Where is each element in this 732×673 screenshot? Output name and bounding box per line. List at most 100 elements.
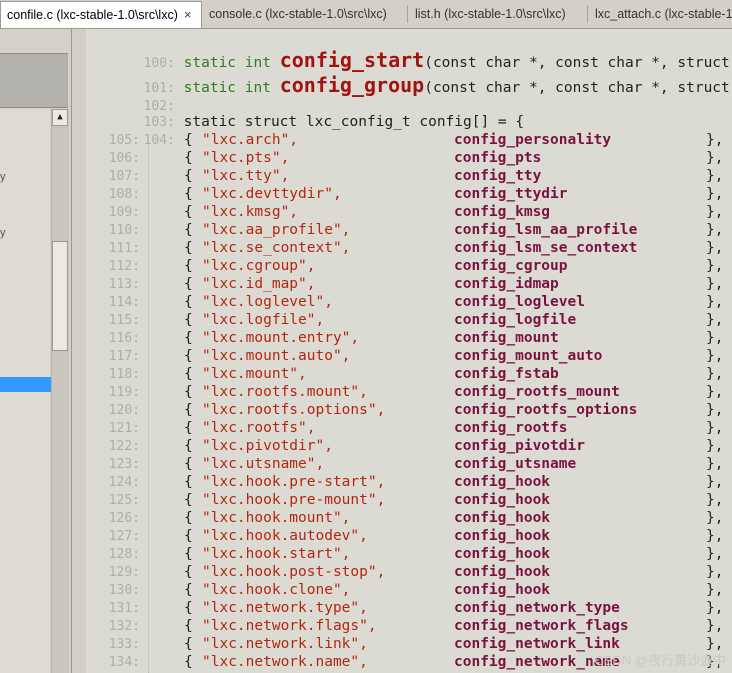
- close-brace: },: [706, 150, 724, 166]
- line-number: 134:: [108, 655, 140, 670]
- config-handler: config_hook: [454, 492, 551, 508]
- config-key: "lxc.utsname",: [202, 456, 325, 472]
- config-handler: config_tty: [454, 168, 542, 184]
- code-line: 106: {"lxc.pts", config_pts},: [86, 149, 724, 167]
- scroll-thumb[interactable]: [52, 241, 68, 351]
- close-brace: },: [706, 258, 724, 274]
- open-brace: {: [184, 168, 193, 184]
- config-handler: config_ttydir: [454, 186, 568, 202]
- open-brace: {: [184, 582, 193, 598]
- config-handler: config_lsm_se_context: [454, 240, 638, 256]
- line-number: 106:: [108, 151, 140, 166]
- config-handler: config_personality: [454, 132, 612, 148]
- open-brace: {: [184, 636, 193, 652]
- config-key: "lxc.pts",: [202, 150, 290, 166]
- open-brace: {: [184, 132, 193, 148]
- line-number: 119:: [108, 385, 140, 400]
- open-brace: {: [184, 222, 193, 238]
- config-key: "lxc.se_context",: [202, 240, 351, 256]
- tab-label: lxc_attach.c (lxc-stable-1.0\src\lxc): [595, 7, 732, 21]
- config-handler: config_loglevel: [454, 294, 585, 310]
- scroll-up-icon[interactable]: ▲: [52, 109, 68, 126]
- function-name: config_group: [279, 73, 425, 97]
- config-handler: config_fstab: [454, 366, 559, 382]
- open-brace: {: [184, 546, 193, 562]
- code-line: 122: {"lxc.pivotdir", config_pivotdir},: [86, 437, 724, 455]
- tab-bar: confile.c (lxc-stable-1.0\src\lxc) × cons…: [0, 0, 732, 29]
- config-key: "lxc.network.flags",: [202, 618, 377, 634]
- config-handler: config_hook: [454, 528, 551, 544]
- code-line: 111: {"lxc.se_context", config_lsm_se_cont…: [86, 239, 724, 257]
- config-handler: config_hook: [454, 564, 551, 580]
- tab-separator: [407, 5, 408, 23]
- tab-list-h[interactable]: list.h (lxc-stable-1.0\src\lxc): [409, 2, 587, 27]
- line-number: 132:: [108, 619, 140, 634]
- open-brace: {: [184, 600, 193, 616]
- close-brace: },: [706, 330, 724, 346]
- function-params: (const char *, const char *, struct lx: [424, 80, 732, 96]
- code-line: 131: {"lxc.network.type", config_network_t…: [86, 599, 724, 617]
- config-handler: config_cgroup: [454, 258, 568, 274]
- config-handler: config_mount_auto: [454, 348, 603, 364]
- tab-console-c[interactable]: console.c (lxc-stable-1.0\src\lxc): [203, 2, 406, 27]
- tab-separator: [587, 5, 588, 23]
- line-number: 116:: [108, 331, 140, 346]
- close-brace: },: [706, 492, 724, 508]
- open-brace: {: [184, 564, 193, 580]
- config-key: "lxc.hook.mount",: [202, 510, 351, 526]
- close-icon[interactable]: ×: [184, 7, 192, 22]
- line-number: 111:: [108, 241, 140, 256]
- close-brace: },: [706, 582, 724, 598]
- close-brace: },: [706, 618, 724, 634]
- config-key: "lxc.hook.pre-start",: [202, 474, 386, 490]
- config-handler: config_pivotdir: [454, 438, 585, 454]
- config-key: "lxc.loglevel",: [202, 294, 333, 310]
- line-number: 124:: [108, 475, 140, 490]
- line-number: 121:: [108, 421, 140, 436]
- tab-lxc-attach-c[interactable]: lxc_attach.c (lxc-stable-1.0\src\lxc): [589, 2, 732, 27]
- code-line: 133:{"lxc.network.link", config_network_l…: [86, 635, 724, 653]
- code-line: 123: {"lxc.utsname", config_utsname},: [86, 455, 724, 473]
- config-key: "lxc.arch",: [202, 132, 299, 148]
- config-handler: config_mount: [454, 330, 559, 346]
- config-key: "lxc.pivotdir",: [202, 438, 333, 454]
- config-key: "lxc.hook.post-stop",: [202, 564, 386, 580]
- config-key: "lxc.tty",: [202, 168, 290, 184]
- tab-confile-c[interactable]: confile.c (lxc-stable-1.0\src\lxc) ×: [0, 1, 202, 28]
- list-item[interactable]: y: [0, 227, 6, 239]
- open-brace: {: [184, 204, 193, 220]
- code-editor[interactable]: 100: static int config_start(const char …: [86, 29, 732, 673]
- close-brace: },: [706, 294, 724, 310]
- open-brace: {: [184, 348, 193, 364]
- open-brace: {: [184, 618, 193, 634]
- config-key: "lxc.kmsg",: [202, 204, 299, 220]
- code-line: 132: {"lxc.network.flags", config_network_…: [86, 617, 724, 635]
- code-line: 116: {"lxc.mount.entry", config_mount},: [86, 329, 724, 347]
- close-brace: },: [706, 312, 724, 328]
- code-line: 127: {"lxc.hook.autodev", config_hook},: [86, 527, 724, 545]
- line-number: 131:: [108, 601, 140, 616]
- code-line: 100: static int config_start(const char …: [86, 33, 732, 71]
- config-key: "lxc.hook.autodev",: [202, 528, 368, 544]
- open-brace: {: [184, 438, 193, 454]
- code-line: 119: {"lxc.rootfs.mount", config_rootfs_mo…: [86, 383, 724, 401]
- line-number: 114:: [108, 295, 140, 310]
- line-number: 120:: [108, 403, 140, 418]
- config-key: "lxc.hook.pre-mount",: [202, 492, 386, 508]
- list-item[interactable]: y: [0, 171, 6, 183]
- code-line: 126: {"lxc.hook.mount", config_hook},: [86, 509, 724, 527]
- open-brace: {: [184, 528, 193, 544]
- code-line: 101: static int config_group(const char …: [86, 58, 732, 96]
- code-line: 129: {"lxc.hook.post-stop", config_hook},: [86, 563, 724, 581]
- close-brace: },: [706, 186, 724, 202]
- indent-guide: [148, 140, 149, 673]
- close-brace: },: [706, 240, 724, 256]
- code-line: 128: {"lxc.hook.start", config_hook},: [86, 545, 724, 563]
- code-line: 130: {"lxc.hook.clone", config_hook},: [86, 581, 724, 599]
- selected-list-item[interactable]: [0, 377, 51, 392]
- keyword: static: [183, 80, 237, 96]
- config-key: "lxc.cgroup",: [202, 258, 316, 274]
- vertical-scrollbar[interactable]: [51, 109, 69, 673]
- close-brace: },: [706, 546, 724, 562]
- line-number: 128:: [108, 547, 140, 562]
